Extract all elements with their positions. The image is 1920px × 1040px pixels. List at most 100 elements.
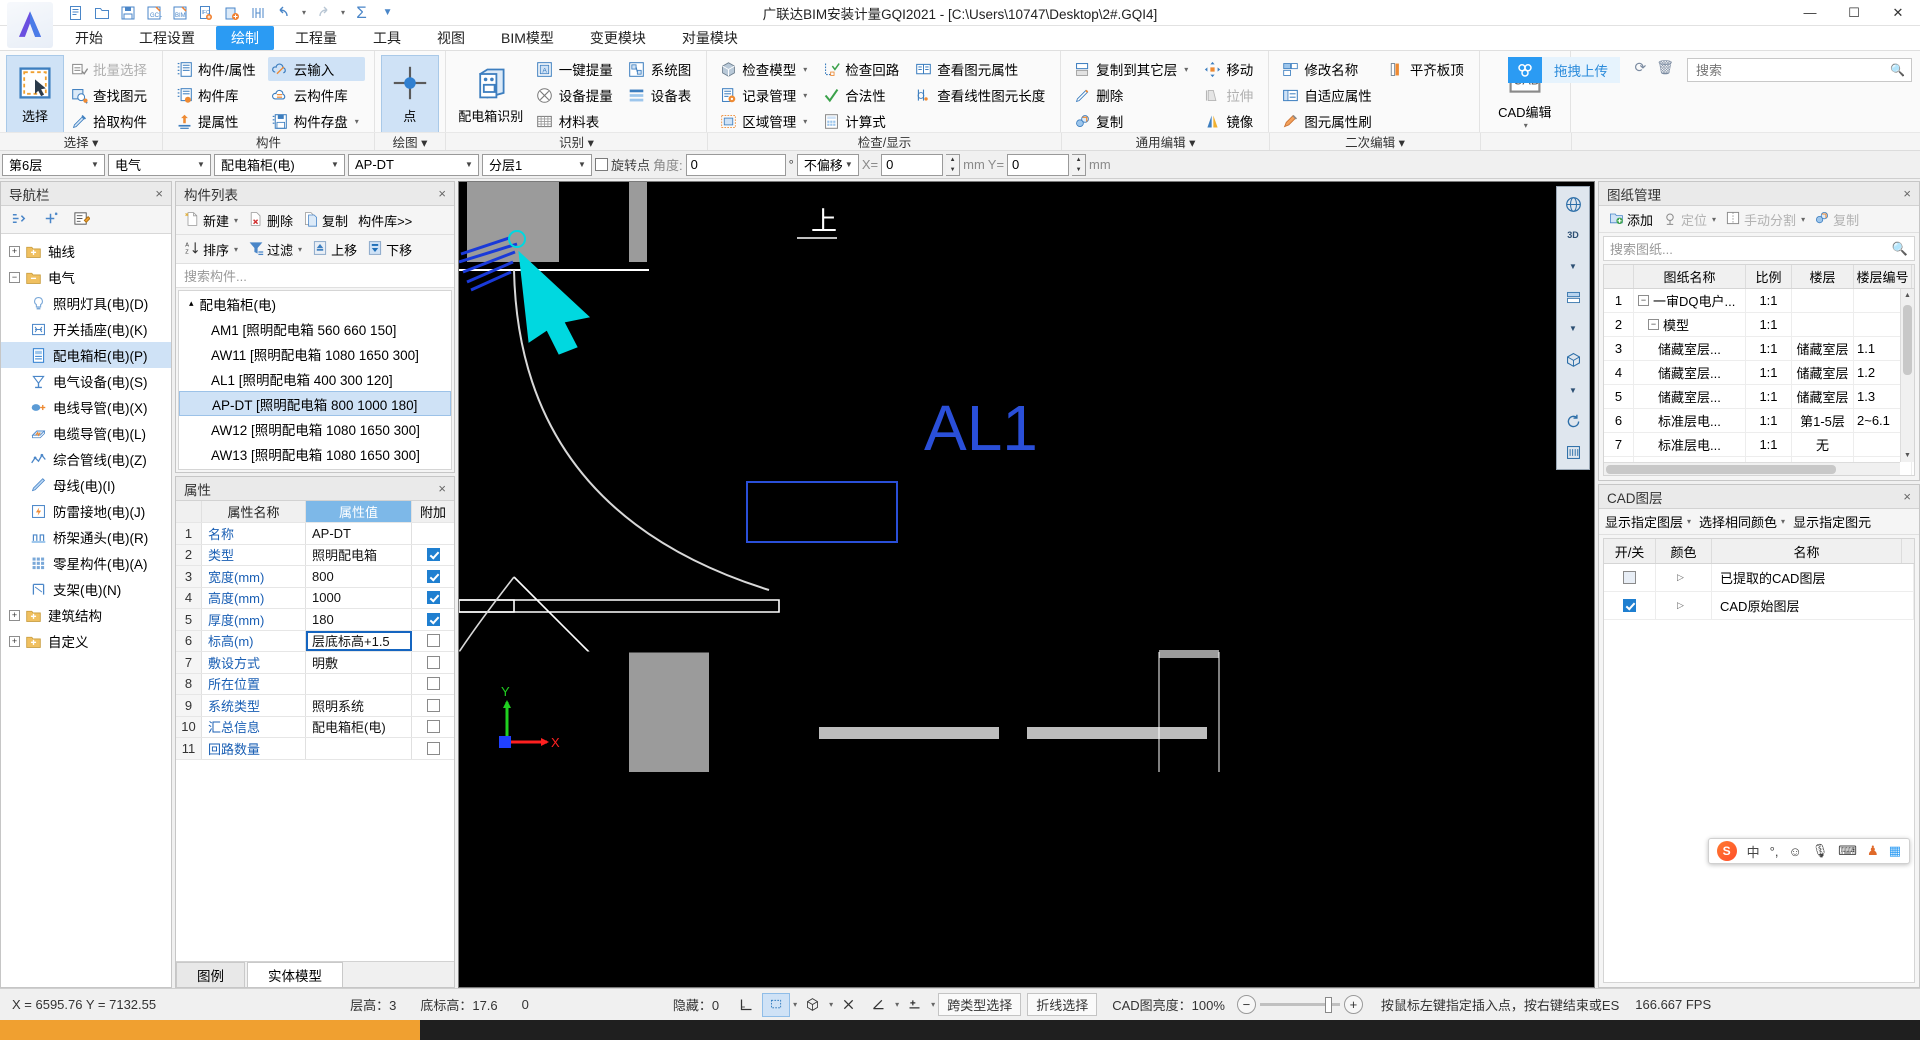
3d-box-icon[interactable] bbox=[798, 993, 826, 1017]
cad-layer-col-header-1[interactable]: 颜色 bbox=[1656, 539, 1712, 563]
cad-layer-tool-1[interactable]: 选择相同颜色 ▾ bbox=[1699, 512, 1785, 531]
cube-view-icon[interactable] bbox=[1559, 345, 1587, 373]
ime-punctuation-icon[interactable]: °, bbox=[1770, 844, 1779, 859]
ribbon-item-cloud-lib-icon[interactable]: 云构件库 bbox=[268, 83, 365, 107]
attach-checkbox[interactable] bbox=[426, 741, 440, 755]
ribbon-item-material-table-icon[interactable]: 材料表 bbox=[533, 109, 619, 133]
property-value[interactable]: 1000 bbox=[306, 587, 412, 608]
drawing-row[interactable]: 7 标准层电... 1:1 无 bbox=[1604, 433, 1914, 457]
menu-item-4[interactable]: 工具 bbox=[358, 26, 416, 50]
chevron-down-icon[interactable]: ▾ bbox=[355, 117, 359, 126]
drawing-hscrollbar[interactable] bbox=[1604, 462, 1900, 475]
cad-layer-col-header-2[interactable]: 名称 bbox=[1712, 539, 1902, 563]
component-item-6[interactable]: AW13 [照明配电箱 1080 1650 300] bbox=[179, 441, 451, 466]
redo-icon[interactable] bbox=[313, 3, 332, 22]
drawing-col-header-2[interactable]: 比例 bbox=[1746, 265, 1792, 288]
close-x-icon[interactable] bbox=[834, 993, 862, 1017]
ribbon-group-label-3[interactable]: 识别 ▾ bbox=[446, 133, 708, 150]
component-type-dropdown[interactable]: 配电箱柜(电) ▼ bbox=[214, 153, 345, 176]
cad-layer-checkbox[interactable] bbox=[1623, 571, 1636, 584]
minimize-button[interactable]: — bbox=[1788, 0, 1832, 26]
chevron-down-icon[interactable]: ▾ bbox=[234, 216, 238, 225]
component-item-0[interactable]: ▴ 配电箱柜(电) bbox=[179, 291, 451, 316]
nav-item-13[interactable]: 支架(电)(N) bbox=[1, 576, 171, 602]
property-value[interactable]: 配电箱柜(电) bbox=[306, 716, 412, 737]
scroll-down-icon[interactable]: ▼ bbox=[1901, 449, 1914, 462]
ribbon-item-component-attr-icon[interactable]: 构件/属性 bbox=[172, 57, 262, 81]
discipline-dropdown[interactable]: 电气 ▼ bbox=[108, 153, 211, 176]
ribbon-big-point-icon[interactable]: 点 bbox=[380, 55, 439, 135]
nav-item-14[interactable]: + 建筑结构 bbox=[1, 602, 171, 628]
expand-icon[interactable] bbox=[42, 210, 59, 230]
settings-view-icon[interactable] bbox=[1559, 438, 1587, 466]
component-tool-3[interactable]: 构件库>> bbox=[354, 209, 416, 232]
property-row[interactable]: 2 类型 照明配电箱 bbox=[176, 544, 454, 566]
ribbon-item-extract-attr-icon[interactable]: 提属性 bbox=[172, 109, 262, 133]
smiley-icon[interactable]: ☺ bbox=[1788, 844, 1801, 859]
attach-checkbox[interactable] bbox=[426, 634, 440, 648]
property-row[interactable]: 5 厚度(mm) 180 bbox=[176, 609, 454, 631]
nav-item-5[interactable]: 电气设备(电)(S) bbox=[1, 368, 171, 394]
ribbon-item-rename-icon[interactable]: 修改名称 bbox=[1278, 57, 1378, 81]
search-icon[interactable]: 🔍 bbox=[1892, 241, 1908, 257]
nav-item-7[interactable]: 电缆导管(电)(L) bbox=[1, 420, 171, 446]
chevron-down-icon[interactable]: ▾ bbox=[895, 1000, 899, 1009]
collapse-icon[interactable] bbox=[11, 210, 28, 230]
trash-icon[interactable]: 🗑 bbox=[1656, 59, 1674, 76]
nav-item-9[interactable]: 母线(电)(I) bbox=[1, 472, 171, 498]
component-tool-1[interactable]: 删除 bbox=[244, 209, 297, 232]
edit-list-icon[interactable] bbox=[73, 210, 91, 230]
component-tool2-0[interactable]: A Z 排序 ▾ bbox=[180, 238, 242, 261]
chevron-down-icon[interactable]: ▾ bbox=[793, 1000, 797, 1009]
ribbon-item-copy-icon[interactable]: 复制 bbox=[1070, 109, 1194, 133]
toolbox-icon[interactable]: ♟ bbox=[1867, 843, 1879, 859]
nav-item-1[interactable]: − 电气 bbox=[1, 264, 171, 290]
chevron-down-icon[interactable]: ▾ bbox=[829, 1000, 833, 1009]
attach-checkbox[interactable] bbox=[426, 698, 440, 712]
chevron-down-icon[interactable]: ▼ bbox=[1559, 314, 1587, 342]
menu-item-5[interactable]: 视图 bbox=[422, 26, 480, 50]
drawing-col-header-4[interactable]: 楼层编号 bbox=[1854, 265, 1912, 288]
drawing-row[interactable]: 6 标准层电... 1:1 第1-5层 2~6.1 bbox=[1604, 409, 1914, 433]
close-icon[interactable]: × bbox=[438, 481, 446, 496]
nav-item-11[interactable]: 桥架通头(电)(R) bbox=[1, 524, 171, 550]
tree-expander[interactable]: + bbox=[9, 635, 20, 647]
undo-caret-icon[interactable]: ▾ bbox=[302, 8, 306, 17]
maximize-button[interactable]: ☐ bbox=[1832, 0, 1876, 26]
ribbon-group-label-2[interactable]: 绘图 ▾ bbox=[375, 133, 446, 150]
cad-layer-tool-0[interactable]: 显示指定图层 ▾ bbox=[1605, 512, 1691, 531]
open-folder-icon[interactable] bbox=[92, 3, 111, 22]
property-tab-0[interactable]: 图例 bbox=[176, 962, 245, 987]
attach-checkbox[interactable] bbox=[426, 591, 440, 605]
ribbon-item-eyedropper-icon[interactable]: 拾取构件 bbox=[67, 109, 153, 133]
more-icon[interactable]: ▼ bbox=[378, 3, 397, 22]
ribbon-item-device-qty-icon[interactable]: 设备提量 bbox=[533, 83, 619, 107]
ribbon-item-attr-brush-icon[interactable]: 图元属性刷 bbox=[1278, 109, 1378, 133]
component-item-2[interactable]: AW11 [照明配电箱 1080 1650 300] bbox=[179, 341, 451, 366]
property-row[interactable]: 7 敷设方式 明敷 bbox=[176, 652, 454, 674]
component-item-4[interactable]: AP-DT [照明配电箱 800 1000 180] bbox=[179, 391, 451, 416]
chevron-down-icon[interactable]: ▼ bbox=[1559, 376, 1587, 404]
search-input[interactable] bbox=[1694, 61, 1891, 79]
close-icon[interactable]: × bbox=[1903, 489, 1911, 504]
property-value[interactable] bbox=[306, 673, 412, 694]
close-icon[interactable]: × bbox=[155, 186, 163, 201]
component-item-5[interactable]: AW12 [照明配电箱 1080 1650 300] bbox=[179, 416, 451, 441]
search-icon[interactable]: 🔍 bbox=[1890, 63, 1905, 77]
chevron-down-icon[interactable]: ▾ bbox=[234, 245, 238, 254]
attach-checkbox[interactable] bbox=[426, 548, 440, 562]
menu-icon[interactable]: ▦ bbox=[1889, 843, 1901, 859]
ribbon-item-area-manage-icon[interactable]: 区域管理 ▾ bbox=[716, 109, 813, 133]
ribbon-item-check-circuit-icon[interactable]: 检查回路 bbox=[819, 57, 905, 81]
component-tool-0[interactable]: 新建 ▾ bbox=[180, 209, 242, 232]
ribbon-item-record-manage-icon[interactable]: 记录管理 ▾ bbox=[716, 83, 813, 107]
property-row[interactable]: 8 所在位置 bbox=[176, 673, 454, 695]
rotate-view-icon[interactable] bbox=[1559, 407, 1587, 435]
floor-dropdown[interactable]: 第6层 ▼ bbox=[2, 153, 105, 176]
cloud-upload-label[interactable]: 拖拽上传 bbox=[1542, 57, 1620, 83]
drawing-row[interactable]: 5 储藏室层... 1:1 储藏室层 1.3 bbox=[1604, 385, 1914, 409]
component-item-1[interactable]: AM1 [照明配电箱 560 660 150] bbox=[179, 316, 451, 341]
component-tool2-1[interactable]: 过滤 ▾ bbox=[244, 238, 306, 261]
layer-view-icon[interactable] bbox=[1559, 283, 1587, 311]
brightness-minus-button[interactable]: − bbox=[1236, 995, 1256, 1014]
